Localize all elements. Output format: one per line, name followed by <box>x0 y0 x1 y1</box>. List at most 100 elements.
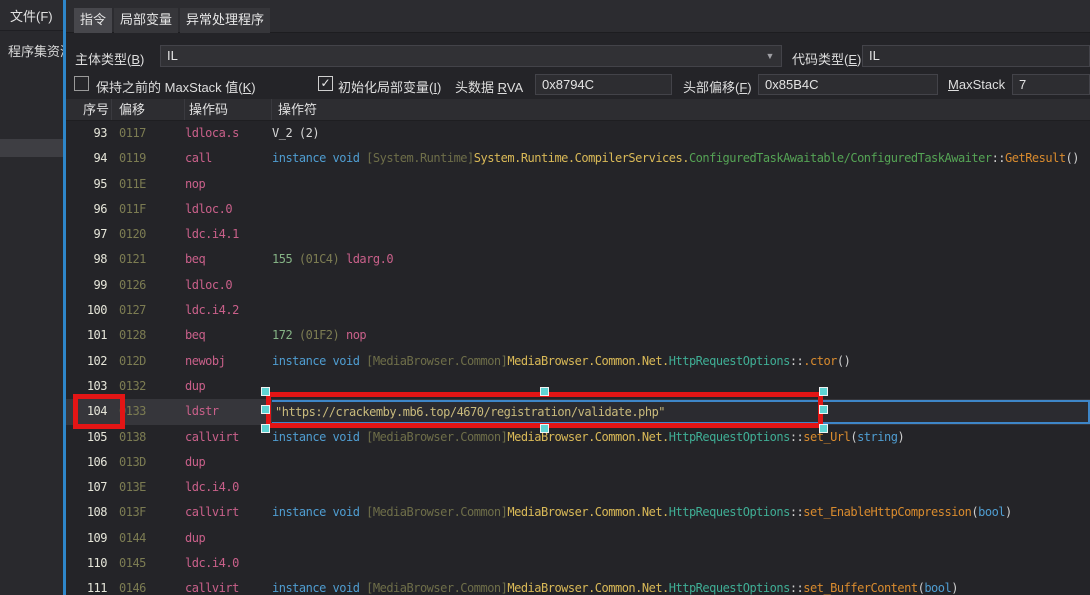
method-body-editor: 指令局部变量异常处理程序 主体类型(B) IL ▼ 代码类型(E) IL 保持之… <box>66 0 1090 595</box>
header-offset-label: 头部偏移(F) <box>683 77 752 96</box>
opcode-cell: dup <box>185 526 272 551</box>
operand-segment: ConfiguredTaskAwaiter <box>850 151 991 165</box>
operand-segment: ldarg.0 <box>346 252 393 266</box>
sidebar: 文件(F) 程序集资源 <box>0 0 63 595</box>
opcode-cell: beq <box>185 323 272 348</box>
tab-exception-handlers[interactable]: 异常处理程序 <box>180 8 270 33</box>
opcode-cell: callvirt <box>185 425 272 450</box>
operand-segment: ) <box>951 581 958 595</box>
instruction-rows: 930117ldloca.sV_2 (2)940119callinstance … <box>66 121 1090 595</box>
offset-cell: 011E <box>112 172 185 197</box>
seq-cell: 93 <box>66 121 112 146</box>
operand-segment: set_Url <box>803 430 850 444</box>
operand-cell: "https://crackemby.mb6.top/4670/registra… <box>272 399 1090 424</box>
keep-maxstack-checkbox[interactable] <box>74 76 89 91</box>
header-rva-input[interactable]: 0x8794C <box>535 74 672 95</box>
operand-segment: (01C4) <box>299 252 346 266</box>
instruction-row-95[interactable]: 95011Enop <box>66 172 1090 197</box>
chevron-down-icon[interactable]: ▼ <box>763 49 777 63</box>
operand-segment: instance void <box>272 354 366 368</box>
operand-cell <box>272 172 1090 197</box>
instruction-row-94[interactable]: 940119callinstance void [System.Runtime]… <box>66 146 1090 171</box>
operand-segment: set_EnableHttpCompression <box>803 505 971 519</box>
opcode-cell: dup <box>185 450 272 475</box>
seq-cell: 104 <box>66 399 112 424</box>
instruction-row-106[interactable]: 106013Ddup <box>66 450 1090 475</box>
seq-cell: 101 <box>66 323 112 348</box>
operand-segment: :: <box>790 430 803 444</box>
operand-segment: HttpRequestOptions <box>669 505 790 519</box>
offset-cell: 0120 <box>112 222 185 247</box>
column-header-operand[interactable]: 操作符 <box>272 99 1090 120</box>
operand-segment: nop <box>346 328 366 342</box>
operand-segment: MediaBrowser.Common.Net. <box>507 581 668 595</box>
operand-segment: () <box>1066 151 1079 165</box>
string-operand-editbox[interactable]: "https://crackemby.mb6.top/4670/registra… <box>272 400 1090 424</box>
operand-cell <box>272 526 1090 551</box>
init-locals-checkbox[interactable]: ✓ <box>318 76 333 91</box>
instruction-row-101[interactable]: 1010128beq172 (01F2) nop <box>66 323 1090 348</box>
menu-file[interactable]: 文件(F) <box>10 6 53 25</box>
seq-cell: 98 <box>66 247 112 272</box>
seq-cell: 106 <box>66 450 112 475</box>
operand-cell: 155 (01C4) ldarg.0 <box>272 247 1090 272</box>
maxstack-input[interactable]: 7 <box>1012 74 1090 95</box>
tab-instructions[interactable]: 指令 <box>74 8 112 33</box>
offset-cell: 013E <box>112 475 185 500</box>
opcode-cell: ldc.i4.0 <box>185 551 272 576</box>
operand-segment: 172 <box>272 328 299 342</box>
seq-cell: 100 <box>66 298 112 323</box>
operand-segment: HttpRequestOptions <box>669 430 790 444</box>
operand-segment: GetResult <box>1005 151 1066 165</box>
offset-cell: 0145 <box>112 551 185 576</box>
offset-cell: 011F <box>112 197 185 222</box>
offset-cell: 013F <box>112 500 185 525</box>
tab-locals[interactable]: 局部变量 <box>114 8 178 33</box>
method-header-form: 主体类型(B) IL ▼ 代码类型(E) IL 保持之前的 MaxStack 值… <box>66 33 1090 99</box>
instruction-row-96[interactable]: 96011Fldloc.0 <box>66 197 1090 222</box>
opcode-cell: ldc.i4.0 <box>185 475 272 500</box>
instruction-row-97[interactable]: 970120ldc.i4.1 <box>66 222 1090 247</box>
instruction-row-108[interactable]: 108013Fcallvirtinstance void [MediaBrows… <box>66 500 1090 525</box>
opcode-cell: nop <box>185 172 272 197</box>
operand-segment: () <box>837 354 850 368</box>
instruction-row-111[interactable]: 1110146callvirtinstance void [MediaBrows… <box>66 576 1090 595</box>
column-header-opcode[interactable]: 操作码 <box>185 99 272 120</box>
opcode-cell: callvirt <box>185 576 272 595</box>
header-offset-input[interactable]: 0x85B4C <box>758 74 938 95</box>
operand-segment: instance void <box>272 581 366 595</box>
instruction-row-93[interactable]: 930117ldloca.sV_2 (2) <box>66 121 1090 146</box>
operand-cell <box>272 374 1090 399</box>
operand-segment: .ctor <box>803 354 837 368</box>
instruction-row-105[interactable]: 1050138callvirtinstance void [MediaBrows… <box>66 425 1090 450</box>
opcode-cell: dup <box>185 374 272 399</box>
sidebar-panel-title[interactable]: 程序集资源 <box>8 41 63 60</box>
operand-cell <box>272 298 1090 323</box>
operand-segment: :: <box>790 581 803 595</box>
sidebar-selected-item[interactable] <box>0 139 63 157</box>
seq-cell: 97 <box>66 222 112 247</box>
instruction-row-99[interactable]: 990126ldloc.0 <box>66 273 1090 298</box>
instruction-row-110[interactable]: 1100145ldc.i4.0 <box>66 551 1090 576</box>
instruction-row-98[interactable]: 980121beq155 (01C4) ldarg.0 <box>66 247 1090 272</box>
column-header-offset[interactable]: 偏移 <box>112 99 185 120</box>
body-type-combobox[interactable]: IL ▼ <box>160 45 782 67</box>
instruction-row-107[interactable]: 107013Eldc.i4.0 <box>66 475 1090 500</box>
seq-cell: 110 <box>66 551 112 576</box>
offset-cell: 0121 <box>112 247 185 272</box>
operand-segment: ) <box>1005 505 1012 519</box>
operand-cell: instance void [System.Runtime]System.Run… <box>272 146 1090 171</box>
instruction-row-100[interactable]: 1000127ldc.i4.2 <box>66 298 1090 323</box>
offset-cell: 0126 <box>112 273 185 298</box>
seq-cell: 94 <box>66 146 112 171</box>
operand-segment: [MediaBrowser.Common] <box>366 430 507 444</box>
instruction-row-109[interactable]: 1090144dup <box>66 526 1090 551</box>
instruction-row-104[interactable]: 1040133ldstr"https://crackemby.mb6.top/4… <box>66 399 1090 424</box>
instruction-row-102[interactable]: 102012Dnewobjinstance void [MediaBrowser… <box>66 349 1090 374</box>
operand-cell: instance void [MediaBrowser.Common]Media… <box>272 576 1090 595</box>
instruction-row-103[interactable]: 1030132dup <box>66 374 1090 399</box>
operand-segment: MediaBrowser.Common.Net. <box>507 430 668 444</box>
operand-cell: instance void [MediaBrowser.Common]Media… <box>272 349 1090 374</box>
code-type-input[interactable]: IL <box>862 45 1090 67</box>
column-header-seq[interactable]: 序号 <box>66 99 112 120</box>
